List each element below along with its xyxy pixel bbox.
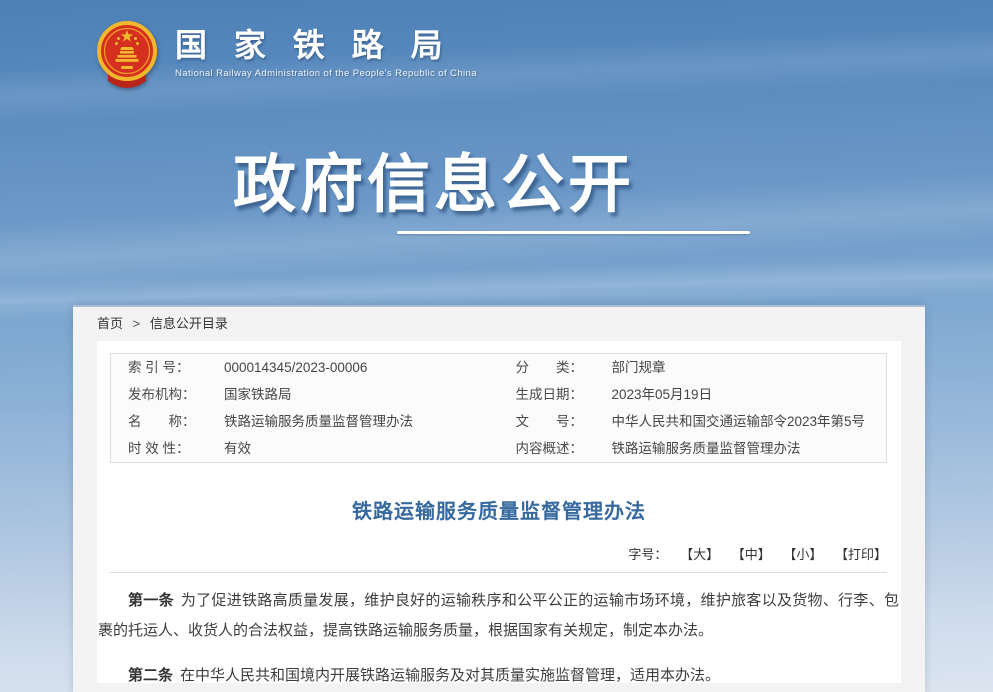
article-clause-number: 第一条 [128, 592, 174, 609]
meta-value: 2023年05月19日 [612, 385, 713, 404]
breadcrumb-separator: > [133, 316, 141, 331]
meta-row-issue-date: 生成日期： 2023年05月19日 [499, 381, 887, 408]
banner-underline [397, 231, 750, 234]
article-paragraph: 第一条为了促进铁路高质量发展，维护良好的运输秩序和公平公正的运输市场环境，维护旅… [98, 586, 899, 646]
meta-row-category: 分 类： 部门规章 [499, 354, 887, 381]
agency-name-cn: 国 家 铁 路 局 [175, 28, 477, 63]
breadcrumb-current-link[interactable]: 信息公开目录 [150, 316, 228, 331]
meta-label: 分 类： [516, 358, 612, 377]
meta-value: 中华人民共和国交通运输部令2023年第5号 [612, 412, 866, 431]
agency-name-en: National Railway Administration of the P… [175, 68, 477, 79]
national-emblem-icon [95, 20, 159, 96]
meta-value: 国家铁路局 [224, 385, 292, 404]
meta-label: 索 引 号： [128, 358, 224, 377]
print-button[interactable]: 【打印】 [835, 547, 887, 562]
breadcrumb: 首页 > 信息公开目录 [73, 307, 925, 341]
font-size-medium-button[interactable]: 【中】 [732, 547, 771, 562]
meta-row-index-number: 索 引 号： 000014345/2023-00006 [111, 354, 499, 381]
meta-label: 发布机构： [128, 385, 224, 404]
meta-row-summary: 内容概述： 铁路运输服务质量监督管理办法 [499, 435, 887, 462]
meta-value: 部门规章 [612, 358, 666, 377]
meta-value: 有效 [224, 439, 251, 458]
article-clause-text: 在中华人民共和国境内开展铁路运输服务及对其质量实施监督管理，适用本办法。 [180, 667, 720, 683]
breadcrumb-home-link[interactable]: 首页 [97, 316, 123, 331]
meta-row-document-number: 文 号： 中华人民共和国交通运输部令2023年第5号 [499, 408, 887, 435]
agency-title-block: 国 家 铁 路 局 National Railway Administratio… [175, 20, 477, 79]
meta-value: 铁路运输服务质量监督管理办法 [612, 439, 801, 458]
meta-label: 名 称： [128, 412, 224, 431]
meta-label: 时 效 性： [128, 439, 224, 458]
font-size-large-button[interactable]: 【大】 [680, 547, 719, 562]
meta-label: 内容概述： [516, 439, 612, 458]
article-paragraph: 第二条在中华人民共和国境内开展铁路运输服务及对其质量实施监督管理，适用本办法。 [98, 661, 899, 683]
article-body: 第一条为了促进铁路高质量发展，维护良好的运输秩序和公平公正的运输市场环境，维护旅… [98, 586, 899, 683]
font-size-small-button[interactable]: 【小】 [783, 547, 822, 562]
document-meta-table: 索 引 号： 000014345/2023-00006 分 类： 部门规章 发布… [110, 353, 887, 463]
content-panel: 首页 > 信息公开目录 索 引 号： 000014345/2023-00006 … [73, 305, 925, 692]
meta-row-title: 名 称： 铁路运输服务质量监督管理办法 [111, 408, 499, 435]
font-size-label: 字号： [628, 547, 667, 562]
meta-label: 生成日期： [516, 385, 612, 404]
font-size-toolbar: 字号： 【大】 【中】 【小】 【打印】 [110, 544, 887, 573]
banner-title: 政府信息公开 [233, 134, 635, 225]
meta-row-validity: 时 效 性： 有效 [111, 435, 499, 462]
document-title: 铁路运输服务质量监督管理办法 [97, 495, 901, 524]
meta-value: 铁路运输服务质量监督管理办法 [224, 412, 413, 431]
article-clause-number: 第二条 [128, 667, 173, 683]
meta-label: 文 号： [516, 412, 612, 431]
meta-value: 000014345/2023-00006 [224, 358, 367, 377]
meta-row-issuing-agency: 发布机构： 国家铁路局 [111, 381, 499, 408]
document-container: 索 引 号： 000014345/2023-00006 分 类： 部门规章 发布… [97, 341, 901, 683]
page: 国 家 铁 路 局 National Railway Administratio… [0, 0, 993, 692]
site-logo[interactable]: 国 家 铁 路 局 National Railway Administratio… [95, 20, 477, 96]
article-clause-text: 为了促进铁路高质量发展，维护良好的运输秩序和公平公正的运输市场环境，维护旅客以及… [98, 592, 899, 639]
